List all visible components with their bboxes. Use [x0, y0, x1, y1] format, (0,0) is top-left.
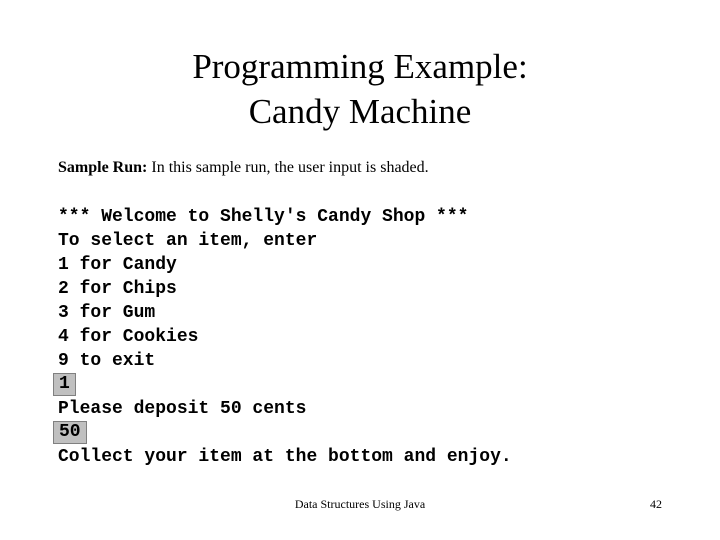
console-output-block: *** Welcome to Shelly's Candy Shop *** T…	[53, 205, 673, 469]
sample-run-description: In this sample run, the user input is sh…	[147, 159, 429, 176]
page-title: Programming Example: Candy Machine	[0, 44, 720, 134]
user-input-line: 1	[53, 373, 673, 397]
console-line: 9 to exit	[58, 351, 156, 371]
user-input-line: 50	[53, 421, 673, 445]
console-line: 3 for Gum	[58, 303, 156, 323]
console-line: Please deposit 50 cents	[58, 399, 307, 419]
console-line: To select an item, enter	[58, 231, 318, 251]
console-line: Collect your item at the bottom and enjo…	[58, 447, 512, 467]
title-line-2: Candy Machine	[248, 92, 472, 131]
console-line: 2 for Chips	[58, 279, 177, 299]
console-line: *** Welcome to Shelly's Candy Shop ***	[58, 207, 469, 227]
console-line: 1 for Candy	[58, 255, 177, 275]
footer-book-title: Data Structures Using Java	[294, 497, 426, 511]
user-input-value: 50	[53, 421, 87, 444]
console-line: 4 for Cookies	[58, 327, 199, 347]
sample-run-label: Sample Run:	[58, 159, 148, 176]
slide: Programming Example: Candy Machine Sampl…	[0, 0, 720, 540]
footer-page-number: 42	[650, 497, 662, 511]
sample-run-caption: Sample Run: In this sample run, the user…	[58, 158, 429, 178]
user-input-value: 1	[53, 373, 76, 396]
title-line-1: Programming Example:	[192, 47, 528, 86]
